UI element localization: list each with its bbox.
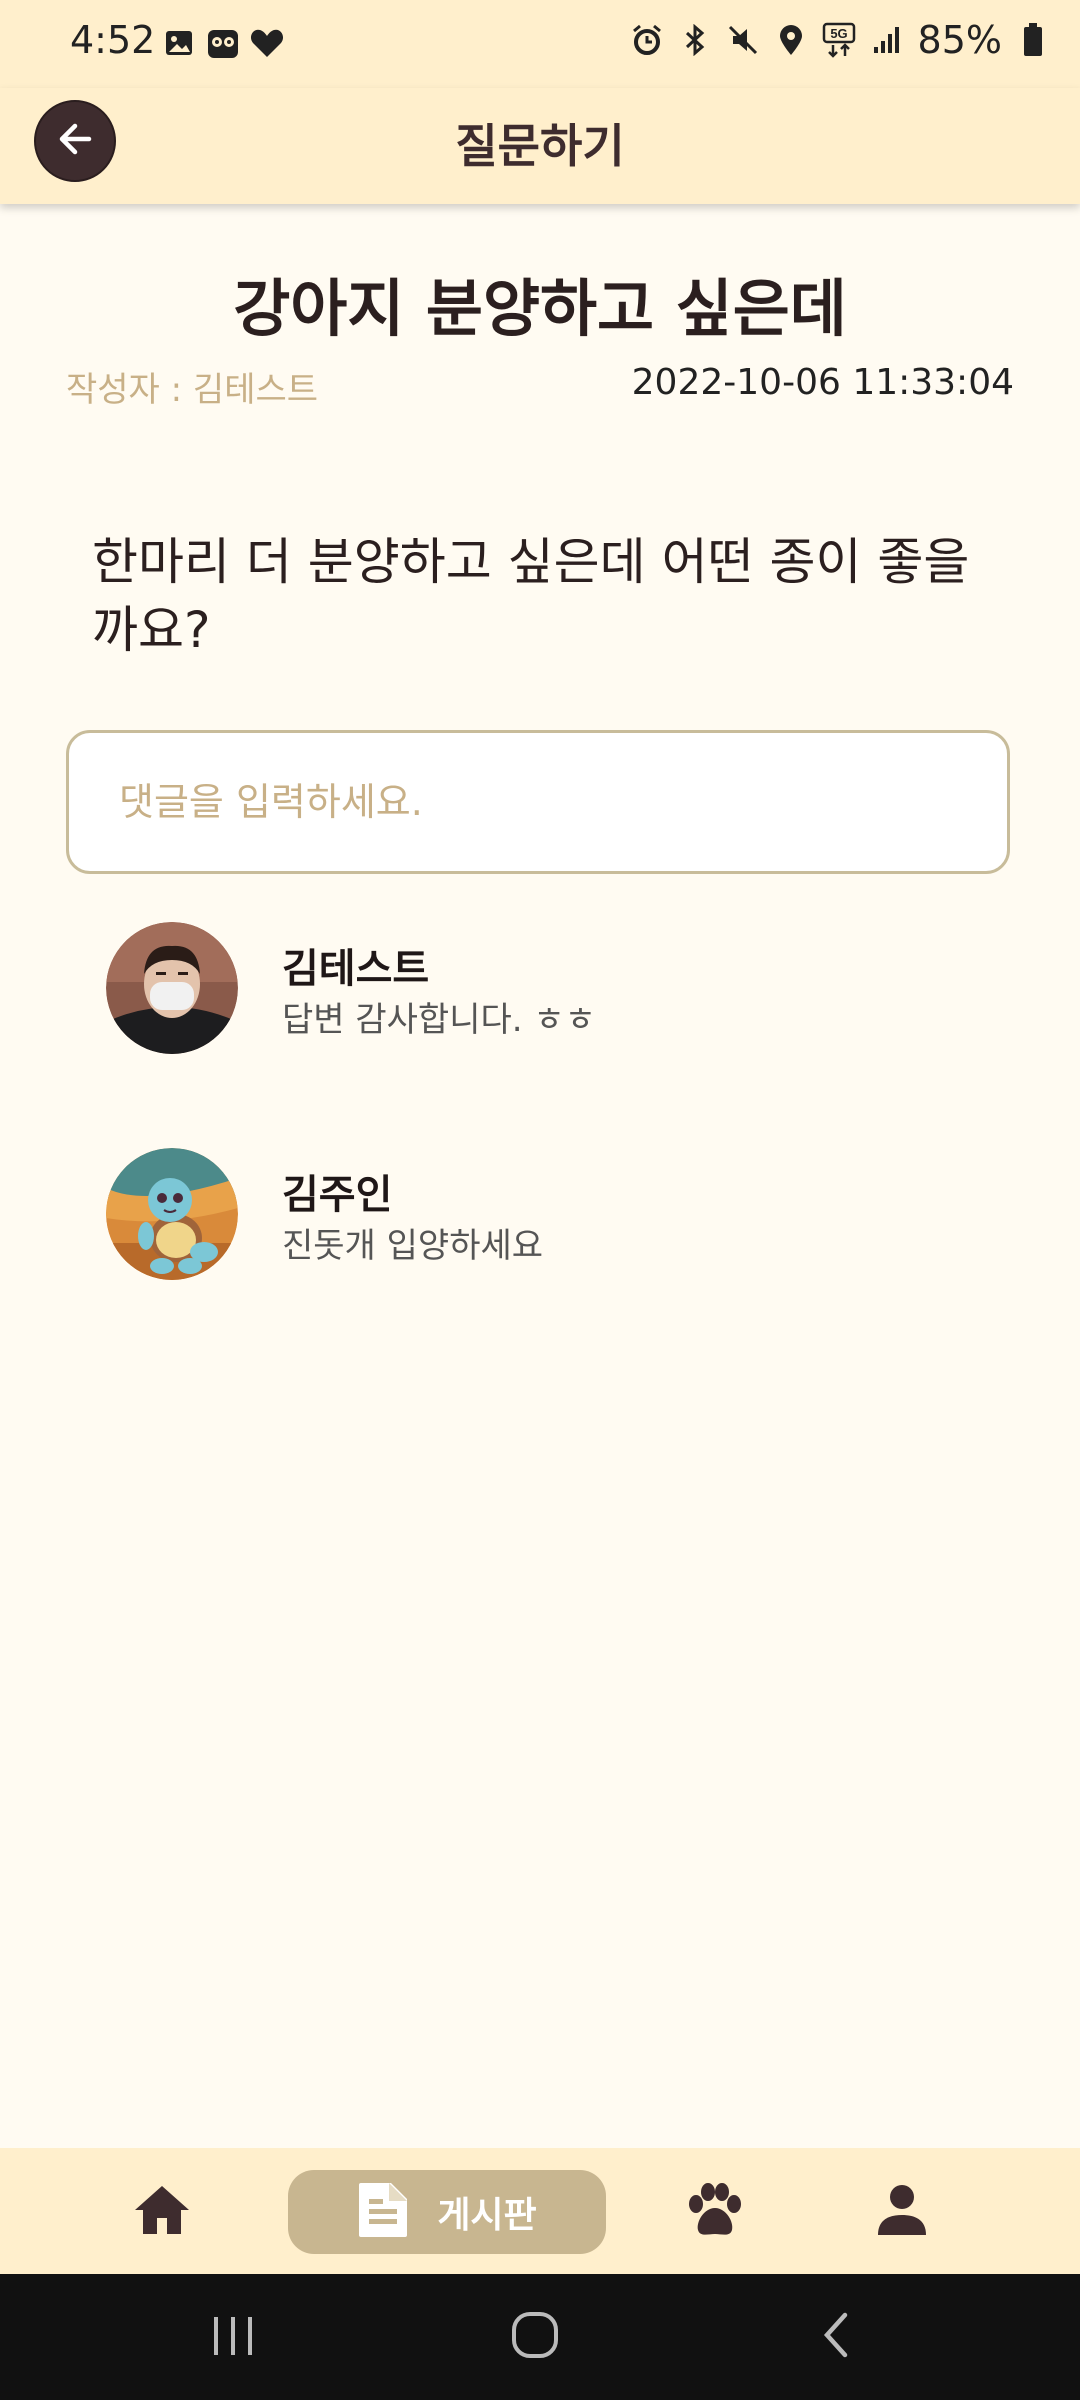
system-back-button[interactable] (806, 2306, 868, 2368)
location-icon (774, 23, 808, 57)
paw-icon (684, 2182, 744, 2242)
status-bar: 4:52 5G 85% (0, 0, 1080, 88)
home-circle-icon (509, 2309, 561, 2365)
nav-home[interactable] (120, 2170, 204, 2254)
post-body: 한마리 더 분양하고 싶은데 어떤 종이 좋을까요? (92, 533, 970, 659)
alarm-icon (630, 23, 664, 57)
app-bar: 질문하기 (0, 88, 1080, 204)
nav-profile[interactable] (860, 2170, 944, 2254)
status-system-icons: 5G 85% (630, 18, 1050, 62)
bluetooth-icon (678, 23, 712, 57)
battery-icon (1016, 23, 1050, 57)
post-author: 작성자 : 김테스트 (66, 370, 319, 410)
comment-author: 김주인 (282, 1172, 393, 1218)
comment-item: 김주인 진돗개 입양하세요 (106, 1148, 1006, 1282)
heart-icon (250, 26, 284, 60)
nav-board-label: 게시판 (437, 2195, 537, 2236)
mute-icon (726, 23, 760, 57)
comment-author: 김테스트 (282, 946, 430, 992)
battery-percent: 85% (917, 18, 1002, 62)
avatar[interactable] (106, 922, 238, 1054)
person-icon (876, 2183, 928, 2241)
comment-text: 답변 감사합니다. ㅎㅎ (282, 1000, 596, 1040)
post-title: 강아지 분양하고 싶은데 (233, 272, 847, 345)
svg-text:5G: 5G (830, 26, 847, 41)
home-icon (133, 2184, 191, 2240)
chevron-left-icon (817, 2310, 857, 2364)
signal-icon (870, 23, 904, 57)
status-notification-icons (162, 26, 284, 60)
page-title: 질문하기 (455, 119, 625, 173)
system-nav-bar (0, 2274, 1080, 2400)
document-icon (357, 2181, 409, 2243)
app-icon (206, 26, 240, 60)
comment-text: 진돗개 입양하세요 (282, 1226, 544, 1266)
avatar[interactable] (106, 1148, 238, 1280)
home-button[interactable] (504, 2306, 566, 2368)
recent-apps-button[interactable] (202, 2306, 264, 2368)
recent-apps-icon (208, 2313, 258, 2361)
comment-input[interactable] (66, 730, 1010, 874)
nav-pets[interactable] (672, 2170, 756, 2254)
image-icon (162, 26, 196, 60)
status-time: 4:52 (70, 18, 156, 62)
post-date: 2022-10-06 11:33:04 (631, 362, 1014, 403)
nav-board[interactable]: 게시판 (288, 2170, 606, 2254)
5g-icon: 5G (822, 22, 856, 58)
bottom-nav: 게시판 (0, 2148, 1080, 2274)
comment-item: 김테스트 답변 감사합니다. ㅎㅎ (106, 922, 1006, 1056)
